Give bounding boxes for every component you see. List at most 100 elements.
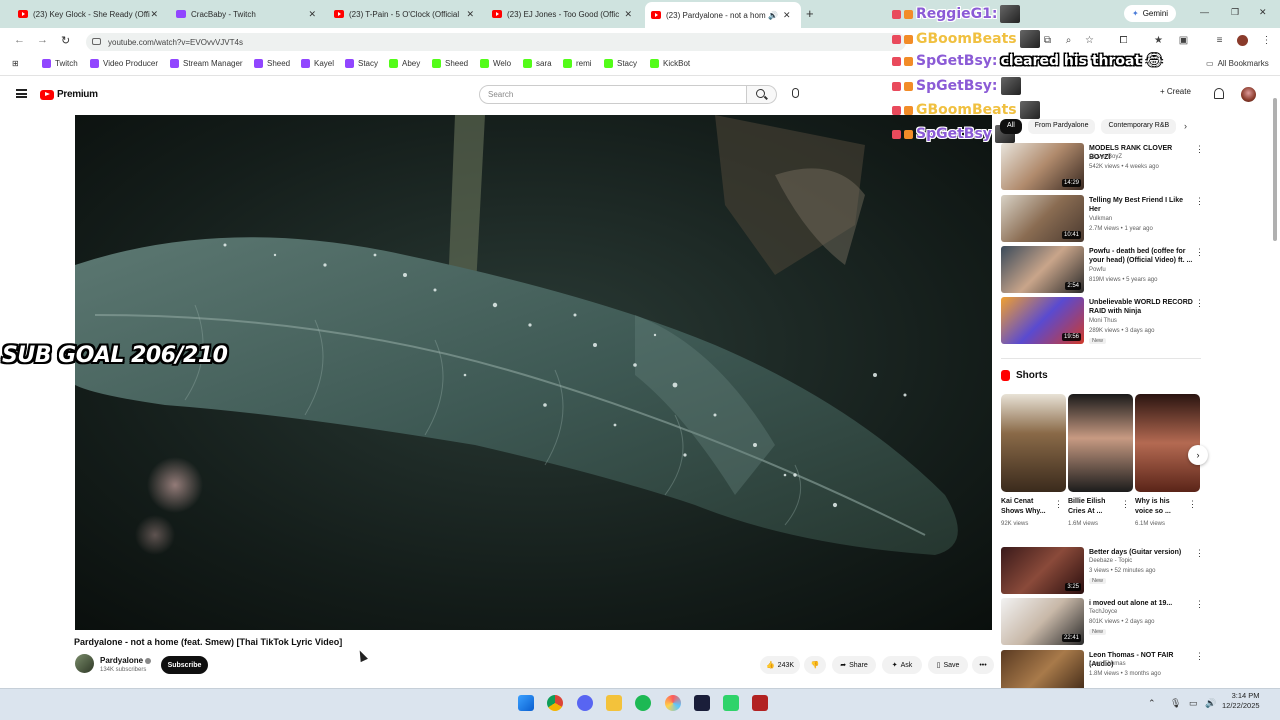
recommended-video[interactable]: 19:56 Unbelievable WORLD RECORD RAID with… [1001, 297, 1204, 345]
channel-name[interactable]: Clover BoyZ [1089, 154, 1122, 160]
bookmark-stacy[interactable]: Stacy [604, 59, 637, 68]
bookmark-video-producer[interactable]: Video Producer [90, 59, 158, 68]
minimize-icon[interactable]: — [1200, 7, 1209, 17]
browser-tab[interactable]: (23) EJ Jones - Too Good (Offic ✕ [486, 4, 638, 24]
apps-icon[interactable]: ⊞ [12, 59, 19, 68]
short-title[interactable]: Billie Eilish Cries At ... [1068, 497, 1120, 517]
spotify-icon[interactable] [635, 695, 651, 711]
bookmark-kayel[interactable]: Kayel [301, 59, 334, 68]
zoom-icon[interactable]: ⌕ [1063, 35, 1074, 46]
back-icon[interactable]: ← [14, 34, 25, 46]
youtube-logo[interactable]: Premium [40, 89, 98, 100]
bookmark-remi[interactable]: remi [563, 59, 592, 68]
chevron-right-icon[interactable]: › [1184, 121, 1187, 131]
more-icon[interactable]: ⋮ [1195, 145, 1204, 154]
video-player[interactable] [75, 115, 992, 630]
video-thumbnail[interactable]: 22:41 [1001, 598, 1084, 645]
reload-icon[interactable]: ↻ [61, 34, 70, 47]
volume-icon[interactable]: 🔊 [1205, 698, 1216, 709]
close-tab-icon[interactable]: ✕ [624, 9, 632, 20]
menu-kebab-icon[interactable]: ⋮ [1261, 35, 1272, 46]
video-title[interactable]: i moved out alone at 19... [1089, 599, 1193, 608]
gemini-button[interactable]: ✦ Gemini [1124, 5, 1177, 22]
microphone-icon[interactable] [792, 88, 799, 98]
taskbar-clock[interactable]: 3:14 PM 12/22/2025 [1222, 691, 1260, 711]
search-button[interactable] [747, 85, 777, 104]
file-explorer-icon[interactable] [606, 695, 622, 711]
recommended-video[interactable]: 2:54 Powfu - death bed (coffee for your h… [1001, 246, 1204, 294]
more-actions-button[interactable]: ••• [972, 656, 994, 674]
bookmark-sheed[interactable]: Sheed [254, 59, 290, 68]
media-icon[interactable]: ≡ [1214, 35, 1225, 46]
video-thumbnail[interactable]: 3:25 [1001, 547, 1084, 594]
search-input[interactable]: Search [479, 85, 747, 104]
save-button[interactable]: ▯ Save [928, 656, 968, 674]
more-icon[interactable]: ⋮ [1188, 500, 1197, 509]
chevron-up-icon[interactable]: ⌃ [1148, 698, 1156, 709]
app-icon[interactable] [723, 695, 739, 711]
short-title[interactable]: Why is his voice so ... [1135, 497, 1187, 517]
bookmark-abey[interactable]: Abey [389, 59, 420, 68]
video-title[interactable]: Unbelievable WORLD RECORD RAID with Ninj… [1089, 298, 1193, 316]
chrome-icon[interactable] [547, 695, 563, 711]
short-thumbnail[interactable] [1001, 394, 1066, 492]
more-icon[interactable]: ⋮ [1195, 549, 1204, 558]
more-icon[interactable]: ⋮ [1195, 197, 1204, 206]
bookmark-sheed[interactable]: Sheed [432, 59, 468, 68]
channel-name[interactable]: Leon Thomas [1089, 661, 1126, 667]
chip-contemporary-rnb[interactable]: Contemporary R&B [1101, 119, 1177, 134]
bookmark-welo[interactable]: Welo [480, 59, 511, 68]
discord-icon[interactable] [577, 695, 593, 711]
close-tab-icon[interactable]: ✕ [783, 10, 791, 21]
subscribe-button[interactable]: Subscribe [161, 656, 208, 674]
bookmark-icon[interactable]: ★ [1153, 35, 1164, 46]
channel-name[interactable]: TechJoyce [1089, 609, 1117, 615]
short-title[interactable]: Kai Cenat Shows Why... [1001, 497, 1053, 517]
notifications-bell-icon[interactable] [1214, 88, 1224, 99]
recommended-video[interactable]: 22:41 i moved out alone at 19... TechJoyce… [1001, 598, 1204, 646]
more-icon[interactable]: ⋮ [1121, 500, 1130, 509]
channel-avatar[interactable] [75, 654, 94, 673]
premiere-pro-icon[interactable] [694, 695, 710, 711]
close-window-icon[interactable]: ✕ [1259, 7, 1267, 18]
ask-button[interactable]: ✦ Ask [882, 656, 922, 674]
close-tab-icon[interactable]: ✕ [150, 9, 158, 20]
browser-tab[interactable]: (23) T-Pain - 5 O'Clock (Official ✕ [328, 4, 480, 24]
forward-icon[interactable]: → [37, 34, 48, 46]
like-button[interactable]: 👍 243K [760, 656, 800, 674]
extensions-icon[interactable]: ⧠ [1118, 35, 1129, 46]
tab-search-icon[interactable]: ▣ [1178, 35, 1189, 46]
profile-avatar-icon[interactable] [1237, 35, 1248, 46]
recommended-video[interactable]: 14:29 MODELS RANK CLOVER BOYZ! Clover BoyZ… [1001, 143, 1204, 191]
create-button[interactable]: + Create [1160, 87, 1191, 96]
close-tab-icon[interactable]: ✕ [308, 9, 316, 20]
channel-name[interactable]: Deebaze - Topic [1089, 558, 1132, 564]
more-icon[interactable]: ⋮ [1054, 500, 1063, 509]
more-icon[interactable]: ⋮ [1195, 652, 1204, 661]
restore-icon[interactable]: ❐ [1231, 7, 1239, 18]
channel-name[interactable]: Pardyalone [100, 656, 152, 665]
browser-tab[interactable]: CracBaby - Twitch ✕ [170, 4, 322, 24]
short-thumbnail[interactable] [1135, 394, 1200, 492]
start-windows-icon[interactable] [518, 695, 534, 711]
all-bookmarks-button[interactable]: ▭ All Bookmarks [1206, 59, 1269, 68]
channel-name[interactable]: Moni Thus [1089, 318, 1117, 324]
video-thumbnail[interactable]: 10:41 [1001, 195, 1084, 242]
hamburger-menu-icon[interactable] [16, 89, 27, 98]
more-icon[interactable]: ⋮ [1195, 299, 1204, 308]
browser-tab-active[interactable]: (23) Pardyalone - not a hom 🔊 ✕ [645, 2, 801, 28]
video-title[interactable]: Better days (Guitar version) [1089, 548, 1193, 557]
app-icon[interactable] [752, 695, 768, 711]
video-thumbnail[interactable]: 19:56 [1001, 297, 1084, 344]
browser-tab[interactable]: (23) Key Glock - She Ready (Offi ✕ [12, 4, 164, 24]
bookmark-sara[interactable]: sara [523, 59, 552, 68]
new-tab-button[interactable]: + [806, 6, 814, 21]
close-tab-icon[interactable]: ✕ [466, 9, 474, 20]
recommended-video[interactable]: 10:41 Telling My Best Friend I Like Her Vu… [1001, 195, 1204, 243]
cast-icon[interactable]: ⧉ [1042, 35, 1053, 46]
network-icon[interactable]: ▭ [1189, 698, 1198, 709]
tab-audio-icon[interactable]: 🔊 [768, 11, 778, 20]
microphone-tray-icon[interactable]: 🎙 [1170, 698, 1181, 709]
bookmark-stacy[interactable]: Stacy [345, 59, 378, 68]
dislike-button[interactable]: 👎 [804, 656, 826, 674]
